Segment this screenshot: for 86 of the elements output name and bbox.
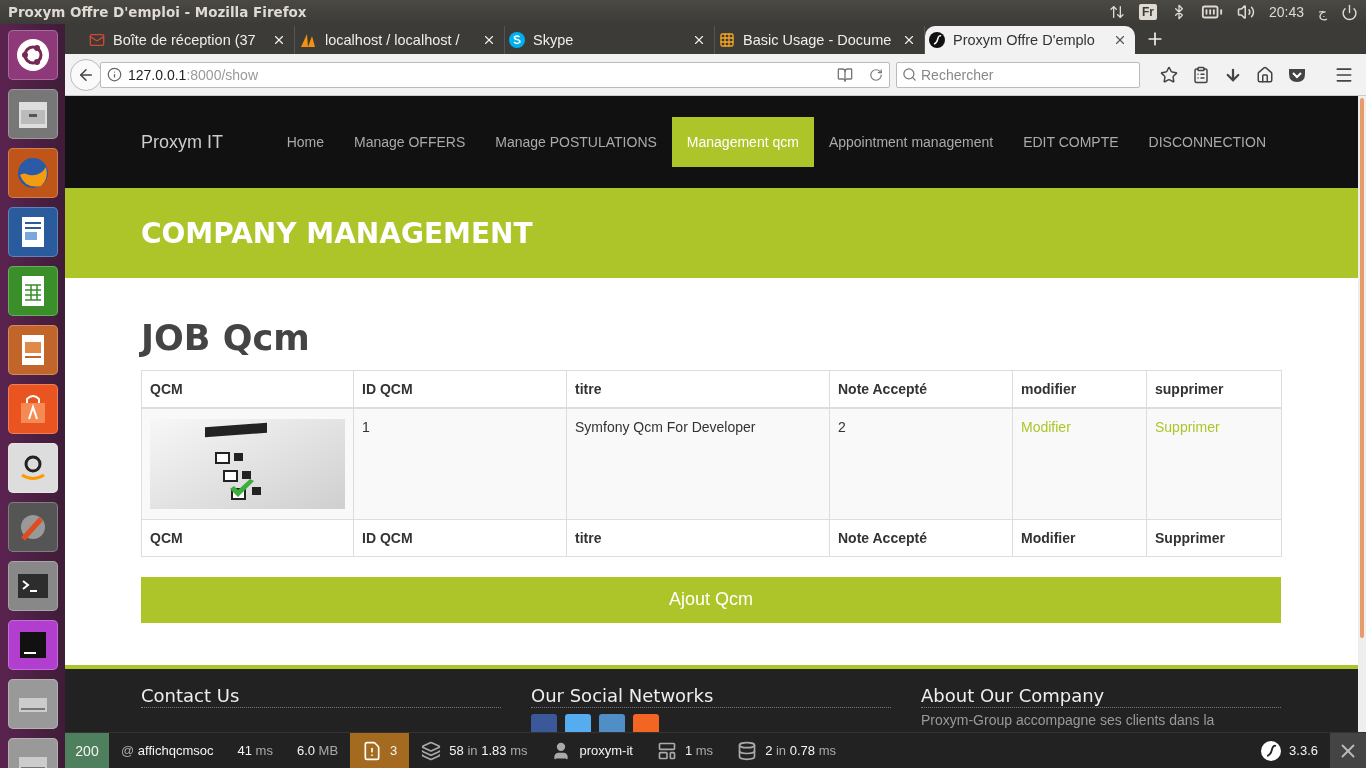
nav-link[interactable]: Manage OFFERS [339,117,481,167]
debug-metric[interactable]: 2 in 0.78 ms [765,743,836,758]
column-footer: QCM [141,519,354,556]
close-icon[interactable] [482,33,496,47]
footer-heading: Contact Us [141,685,501,708]
brand-link[interactable]: Proxym IT [141,131,272,153]
nav-link[interactable]: Appointment management [813,117,1009,167]
banner-title: COMPANY MANAGEMENT [141,216,533,250]
volume-icon[interactable] [1236,3,1255,21]
column-header: QCM [141,370,354,408]
debug-metric[interactable]: 41 ms [237,743,273,758]
debug-metric[interactable]: 3 [390,743,398,758]
round-logo-icon [1261,740,1282,761]
reload-icon[interactable] [869,67,883,82]
drive-icon[interactable] [7,679,58,729]
address-field[interactable]: 127.0.0.1:8000/show [100,61,890,88]
column-footer: Modifier [1012,519,1147,556]
template-icon [656,740,677,761]
reader-view-icon[interactable] [837,66,853,83]
warning-notebook-icon [362,740,383,761]
table-cell: Symfony Qcm For Developer [575,418,756,435]
shopping-bag-icon[interactable] [7,384,58,434]
close-icon[interactable] [272,33,286,47]
column-footer: ID QCM [353,519,567,556]
nav-link[interactable]: Manage POSTULATIONS [480,117,672,167]
clock[interactable]: 20:43 [1268,4,1304,20]
power-icon[interactable] [1341,3,1358,21]
debug-metric[interactable]: proxym-it [579,743,633,758]
nav-link[interactable]: Home [271,117,339,167]
home-icon[interactable] [1256,65,1274,84]
back-button[interactable] [70,58,102,91]
version-label: 3.3.6 [1289,743,1318,758]
user-indicator[interactable]: ج [1318,4,1327,20]
social-icon[interactable] [633,714,659,734]
warning-panel[interactable]: 3 [350,733,410,768]
debug-metric[interactable]: 6.0 MB [296,743,339,758]
page-heading: JOB Qcm [141,317,311,360]
layers-icon [421,740,442,761]
round-logo-icon [929,32,945,48]
file-cabinet-icon[interactable] [7,89,58,139]
column-footer: Note Accepté [829,519,1013,556]
reading-list-icon[interactable] [1192,65,1210,84]
column-header: modifier [1012,370,1147,408]
column-header: ID QCM [353,370,567,408]
route-name[interactable]: @ affichqcmsoc [121,743,214,758]
grid-icon [719,32,735,48]
presentation-icon[interactable] [7,325,58,375]
table-cell: 2 [838,418,846,435]
close-icon[interactable] [692,33,706,47]
nav-link[interactable]: DISCONNECTION [1133,117,1281,167]
close-button[interactable] [1330,733,1366,768]
chat-bubble-icon [509,32,525,48]
app-icon[interactable] [7,620,58,670]
footer-heading: Our Social Networks [531,685,891,708]
close-icon[interactable] [1113,33,1127,47]
column-footer: titre [566,519,830,556]
database-icon [737,740,758,761]
window-title: Proxym Offre D'emploi - Mozilla Firefox [8,4,308,20]
terminal-icon[interactable] [7,561,58,611]
footer-heading: About Our Company [921,685,1281,708]
network-icon[interactable] [1108,4,1125,20]
browser-tab[interactable]: Proxym Offre D'emplo [925,26,1135,54]
column-header: Note Accepté [829,370,1013,408]
bookmark-star-icon[interactable] [1160,65,1178,84]
close-icon[interactable] [902,33,916,47]
debug-metric[interactable]: 1 ms [684,743,714,758]
status-code[interactable]: 200 [65,733,109,768]
document-icon[interactable] [7,207,58,257]
about-text: Proxym-Group accompagne ses clients dans la [921,712,1216,728]
column-header: supprimer [1146,370,1282,408]
nav-link[interactable]: EDIT COMPTE [1008,117,1134,167]
spreadsheet-icon[interactable] [7,266,58,316]
social-icon[interactable] [565,714,591,734]
keyboard-layout-indicator[interactable]: Fr [1138,4,1157,20]
ubuntu-logo-icon[interactable] [7,30,58,80]
search-field[interactable]: Rechercher [896,61,1140,88]
scrollbar-thumb[interactable] [1360,98,1364,638]
search-icon [902,66,917,82]
table-cell: 1 [362,418,370,435]
info-icon[interactable] [107,67,122,82]
social-icon[interactable] [599,714,625,734]
column-footer: Supprimer [1146,519,1282,556]
column-header: titre [566,370,830,408]
envelope-icon [89,32,105,48]
debug-metric[interactable]: 58 in 1.83 ms [449,743,528,758]
sail-icon [299,32,317,48]
